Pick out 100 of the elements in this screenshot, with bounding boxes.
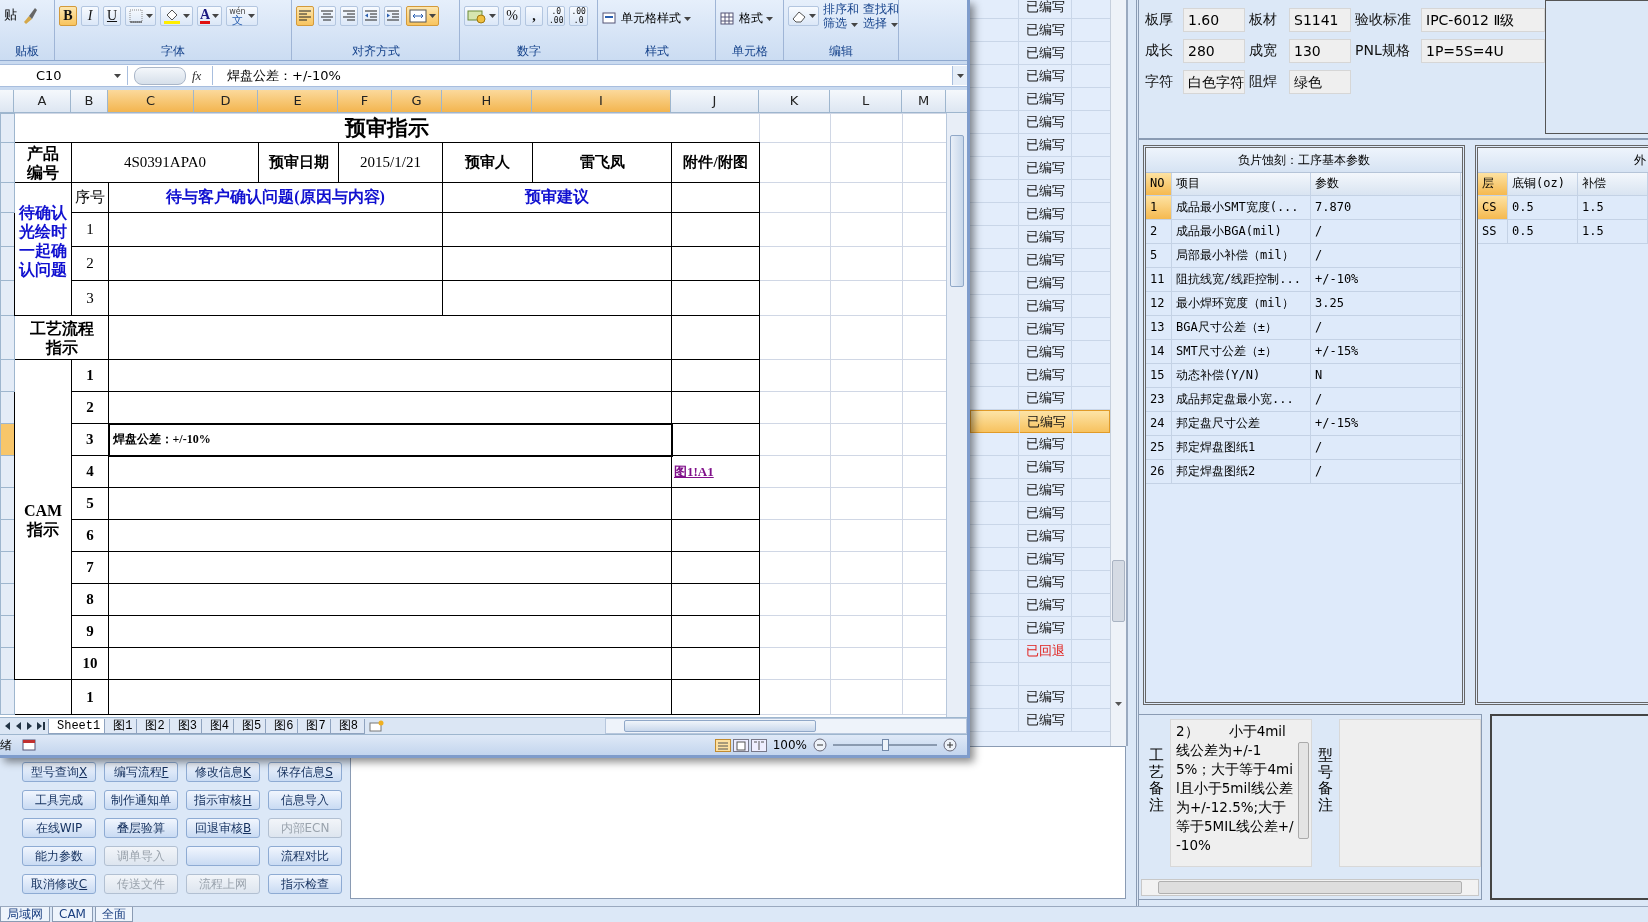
next-sheet-icon[interactable] (26, 722, 33, 730)
row-header[interactable]: 2 (1146, 220, 1172, 243)
sort-filter-button[interactable]: 排序和 筛选 (823, 2, 859, 30)
sheet-tab[interactable]: 图7 (297, 718, 333, 734)
decrease-decimal-button[interactable]: .00 .0 (569, 6, 588, 26)
page-layout-icon[interactable] (732, 738, 749, 752)
text-field[interactable]: S1141 (1289, 8, 1351, 32)
scroll-thumb[interactable] (1112, 560, 1125, 622)
text-field[interactable]: 白色字符 (1183, 70, 1245, 94)
decrease-indent-button[interactable] (362, 6, 380, 26)
action-button[interactable]: 流程对比 (268, 846, 342, 866)
action-button[interactable]: 型号查询X (22, 762, 96, 782)
row-header[interactable]: 13 (1146, 316, 1172, 339)
column-header[interactable]: 项目 (1172, 173, 1311, 195)
action-button[interactable]: 在线WIP (22, 818, 96, 838)
action-button[interactable]: 工具完成 (22, 790, 96, 810)
row-header[interactable] (0, 615, 15, 648)
row-header[interactable] (0, 519, 15, 552)
paste-button[interactable]: 贴 (4, 6, 17, 24)
list-row[interactable]: 已编写 (970, 410, 1110, 433)
column-header[interactable]: 层 (1478, 173, 1508, 195)
text-field[interactable]: 1P=5S=4U (1421, 39, 1545, 63)
phonetic-guide-button[interactable]: wén 文 (226, 6, 258, 26)
align-left-button[interactable] (296, 6, 314, 26)
text-area[interactable]: 2） 小于4mil线公差为+/-15%；大于等于4mil且小于5mil线公差为+/-12.5%;大于等于5MIL线公差+/-10% (1170, 719, 1312, 867)
align-center-button[interactable] (318, 6, 336, 26)
number-format-button[interactable] (464, 6, 499, 26)
comma-button[interactable]: , (525, 6, 543, 26)
action-button[interactable]: 编写流程F (104, 762, 178, 782)
table-cell[interactable] (108, 519, 672, 552)
table-cell[interactable] (108, 647, 672, 680)
table-cell[interactable] (108, 487, 672, 520)
find-select-button[interactable]: 查找和 选择 (863, 2, 899, 30)
column-header[interactable]: E (258, 90, 338, 112)
bold-button[interactable]: B (59, 6, 77, 26)
zoom-out-icon[interactable] (813, 738, 827, 752)
table-cell[interactable] (108, 359, 672, 392)
row-header[interactable]: 25 (1146, 436, 1172, 459)
row-header[interactable] (0, 487, 15, 520)
zoom-in-icon[interactable] (943, 738, 957, 752)
action-button[interactable]: 叠层验算 (104, 818, 178, 838)
insert-function-button[interactable]: fx (192, 67, 212, 84)
action-button[interactable]: 制作通知单 (104, 790, 178, 810)
action-button[interactable]: 指示检查 (268, 874, 342, 894)
row-header[interactable] (0, 280, 15, 316)
column-header[interactable]: NO (1146, 173, 1172, 195)
column-header[interactable]: F (338, 90, 392, 112)
column-header[interactable]: G (392, 90, 442, 112)
column-header[interactable]: C (108, 90, 194, 112)
merge-center-button[interactable] (406, 6, 439, 26)
fill-color-button[interactable] (160, 6, 193, 26)
previous-sheet-icon[interactable] (15, 722, 22, 730)
column-header[interactable]: 补偿 (1578, 173, 1648, 195)
percent-button[interactable]: % (503, 6, 521, 26)
row-header[interactable]: SS (1478, 220, 1508, 243)
row-header[interactable]: 1 (1146, 196, 1172, 219)
column-header[interactable]: I (532, 90, 671, 112)
increase-indent-button[interactable] (384, 6, 402, 26)
action-button[interactable]: 回退审核B (186, 818, 260, 838)
increase-decimal-button[interactable]: .0 .00 (547, 6, 566, 26)
row-header[interactable]: CS (1478, 196, 1508, 219)
column-header[interactable]: 参数 (1311, 173, 1461, 195)
column-header[interactable]: H (442, 90, 532, 112)
macro-icon[interactable] (22, 739, 36, 751)
action-button[interactable]: 指示审核H (186, 790, 260, 810)
column-header[interactable]: M (902, 90, 946, 112)
row-header[interactable] (0, 647, 15, 680)
row-header[interactable] (0, 583, 15, 616)
column-header[interactable]: A (14, 90, 71, 112)
column-header[interactable]: 底铜(oz) (1508, 173, 1578, 195)
row-header[interactable] (0, 551, 15, 584)
sheet-tab[interactable]: 图2 (136, 718, 172, 734)
row-header[interactable] (0, 391, 15, 424)
column-header[interactable]: J (671, 90, 759, 112)
row-header[interactable]: 5 (1146, 244, 1172, 267)
link[interactable]: 图1!A1 (674, 463, 714, 479)
row-header[interactable] (0, 212, 15, 247)
row-header[interactable]: 15 (1146, 364, 1172, 387)
table-cell[interactable] (108, 583, 672, 616)
italic-button[interactable]: I (81, 6, 99, 26)
scrollbar[interactable] (605, 718, 967, 734)
row-header[interactable]: 26 (1146, 460, 1172, 483)
scrollbar[interactable] (946, 113, 967, 717)
table-cell[interactable]: 焊盘公差：+/-10% (108, 423, 672, 456)
row-header[interactable]: 14 (1146, 340, 1172, 363)
tab[interactable]: 局域网 (0, 907, 50, 922)
text-field[interactable]: 280 (1183, 39, 1245, 63)
column-header[interactable]: D (194, 90, 258, 112)
format-button[interactable]: 格式 (720, 10, 773, 27)
action-button[interactable]: 保存信息S (268, 762, 342, 782)
eraser-button[interactable] (788, 6, 819, 26)
table-cell[interactable] (108, 615, 672, 648)
action-button[interactable]: 取消修改C (22, 874, 96, 894)
page-break-icon[interactable] (750, 738, 767, 752)
align-right-button[interactable] (340, 6, 358, 26)
text-field[interactable]: 130 (1289, 39, 1351, 63)
row-header[interactable] (0, 246, 15, 281)
cell-styles-button[interactable]: 单元格样式 (602, 10, 691, 27)
first-sheet-icon[interactable] (4, 722, 11, 730)
table-cell[interactable] (108, 551, 672, 584)
